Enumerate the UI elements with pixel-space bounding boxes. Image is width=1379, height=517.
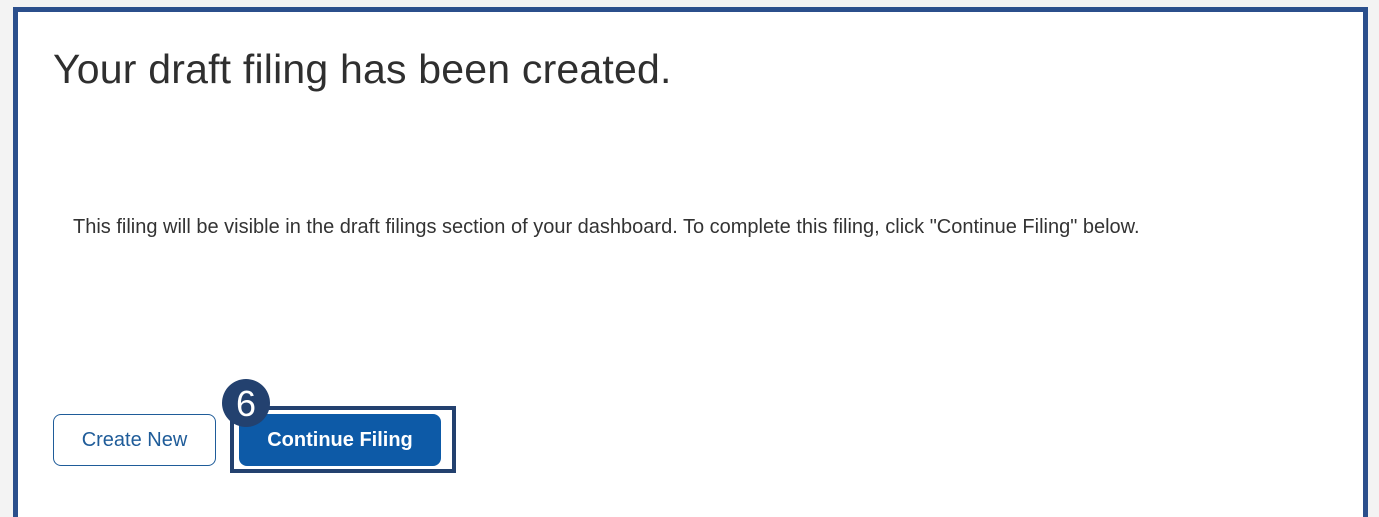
create-new-button[interactable]: Create New <box>53 414 216 466</box>
info-message: This filing will be visible in the draft… <box>73 216 1140 238</box>
dialog-panel: Your draft filing has been created. This… <box>13 7 1368 517</box>
step-number-badge: 6 <box>222 379 270 427</box>
page-title: Your draft filing has been created. <box>53 46 672 92</box>
continue-filing-button[interactable]: Continue Filing <box>239 414 441 466</box>
